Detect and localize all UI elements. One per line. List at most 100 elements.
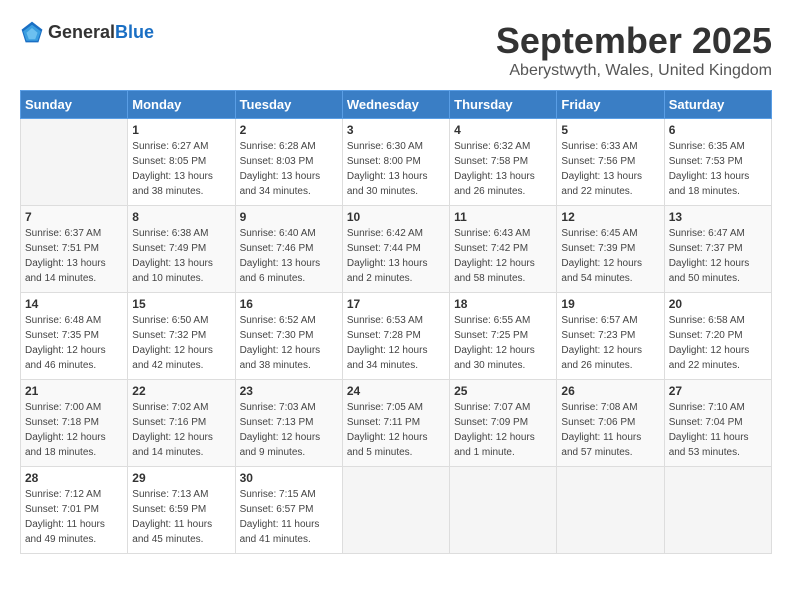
day-info: Sunrise: 6:47 AMSunset: 7:37 PMDaylight:… [669,226,767,286]
day-info: Sunrise: 6:37 AMSunset: 7:51 PMDaylight:… [25,226,123,286]
day-number: 9 [240,210,338,224]
day-number: 20 [669,297,767,311]
day-info: Sunrise: 6:43 AMSunset: 7:42 PMDaylight:… [454,226,552,286]
day-info: Sunrise: 6:42 AMSunset: 7:44 PMDaylight:… [347,226,445,286]
day-number: 5 [561,123,659,137]
logo-icon [20,20,44,44]
week-row-4: 21Sunrise: 7:00 AMSunset: 7:18 PMDayligh… [21,380,772,467]
week-row-3: 14 Sunrise: 6:48 AMSunset: 7:35 PMDayligh… [21,293,772,380]
day-cell [557,467,664,554]
day-number: 29 [132,471,230,485]
day-number: 8 [132,210,230,224]
day-cell: 17 Sunrise: 6:53 AMSunset: 7:28 PMDayligh… [342,293,449,380]
week-row-5: 28 Sunrise: 7:12 AMSunset: 7:01 PMDayligh… [21,467,772,554]
day-info: Sunrise: 6:48 AMSunset: 7:35 PMDaylight:… [25,313,123,373]
day-cell [450,467,557,554]
location-title: Aberystwyth, Wales, United Kingdom [496,62,772,80]
week-row-1: 1 Sunrise: 6:27 AMSunset: 8:05 PMDaylight… [21,119,772,206]
header-sunday: Sunday [21,91,128,119]
title-block: September 2025 Aberystwyth, Wales, Unite… [496,20,772,80]
day-cell: 21Sunrise: 7:00 AMSunset: 7:18 PMDayligh… [21,380,128,467]
header-monday: Monday [128,91,235,119]
header-thursday: Thursday [450,91,557,119]
day-number: 28 [25,471,123,485]
header-row: SundayMondayTuesdayWednesdayThursdayFrid… [21,91,772,119]
day-number: 27 [669,384,767,398]
day-cell: 23 Sunrise: 7:03 AMSunset: 7:13 PMDayligh… [235,380,342,467]
month-title: September 2025 [496,20,772,62]
day-info: Sunrise: 6:32 AMSunset: 7:58 PMDaylight:… [454,139,552,199]
day-cell: 18Sunrise: 6:55 AMSunset: 7:25 PMDayligh… [450,293,557,380]
day-number: 12 [561,210,659,224]
day-info: Sunrise: 7:03 AMSunset: 7:13 PMDaylight:… [240,400,338,460]
day-cell [664,467,771,554]
day-number: 25 [454,384,552,398]
day-info: Sunrise: 6:28 AMSunset: 8:03 PMDaylight:… [240,139,338,199]
day-number: 3 [347,123,445,137]
day-number: 4 [454,123,552,137]
day-cell [21,119,128,206]
day-number: 10 [347,210,445,224]
day-info: Sunrise: 6:30 AMSunset: 8:00 PMDaylight:… [347,139,445,199]
calendar-body: 1 Sunrise: 6:27 AMSunset: 8:05 PMDaylight… [21,119,772,554]
day-number: 6 [669,123,767,137]
day-info: Sunrise: 7:13 AMSunset: 6:59 PMDaylight:… [132,487,230,547]
day-number: 16 [240,297,338,311]
day-info: Sunrise: 6:33 AMSunset: 7:56 PMDaylight:… [561,139,659,199]
day-info: Sunrise: 7:08 AMSunset: 7:06 PMDaylight:… [561,400,659,460]
day-number: 23 [240,384,338,398]
week-row-2: 7 Sunrise: 6:37 AMSunset: 7:51 PMDaylight… [21,206,772,293]
logo: GeneralBlue [20,20,154,44]
logo-blue: Blue [115,22,154,42]
day-cell: 8 Sunrise: 6:38 AMSunset: 7:49 PMDaylight… [128,206,235,293]
day-cell: 2 Sunrise: 6:28 AMSunset: 8:03 PMDaylight… [235,119,342,206]
day-cell: 28 Sunrise: 7:12 AMSunset: 7:01 PMDayligh… [21,467,128,554]
day-cell: 4 Sunrise: 6:32 AMSunset: 7:58 PMDaylight… [450,119,557,206]
header-saturday: Saturday [664,91,771,119]
day-info: Sunrise: 6:45 AMSunset: 7:39 PMDaylight:… [561,226,659,286]
day-info: Sunrise: 6:55 AMSunset: 7:25 PMDaylight:… [454,313,552,373]
day-info: Sunrise: 7:12 AMSunset: 7:01 PMDaylight:… [25,487,123,547]
calendar-table: SundayMondayTuesdayWednesdayThursdayFrid… [20,90,772,554]
calendar-header: SundayMondayTuesdayWednesdayThursdayFrid… [21,91,772,119]
day-number: 22 [132,384,230,398]
day-info: Sunrise: 7:10 AMSunset: 7:04 PMDaylight:… [669,400,767,460]
day-cell: 7 Sunrise: 6:37 AMSunset: 7:51 PMDaylight… [21,206,128,293]
day-number: 7 [25,210,123,224]
day-number: 14 [25,297,123,311]
day-number: 17 [347,297,445,311]
header-friday: Friday [557,91,664,119]
day-info: Sunrise: 6:53 AMSunset: 7:28 PMDaylight:… [347,313,445,373]
day-info: Sunrise: 7:07 AMSunset: 7:09 PMDaylight:… [454,400,552,460]
day-info: Sunrise: 7:02 AMSunset: 7:16 PMDaylight:… [132,400,230,460]
day-number: 30 [240,471,338,485]
day-number: 11 [454,210,552,224]
day-cell: 27 Sunrise: 7:10 AMSunset: 7:04 PMDayligh… [664,380,771,467]
day-number: 1 [132,123,230,137]
day-info: Sunrise: 6:40 AMSunset: 7:46 PMDaylight:… [240,226,338,286]
day-info: Sunrise: 6:50 AMSunset: 7:32 PMDaylight:… [132,313,230,373]
day-info: Sunrise: 6:38 AMSunset: 7:49 PMDaylight:… [132,226,230,286]
day-cell: 10 Sunrise: 6:42 AMSunset: 7:44 PMDayligh… [342,206,449,293]
day-cell: 14 Sunrise: 6:48 AMSunset: 7:35 PMDayligh… [21,293,128,380]
day-info: Sunrise: 7:05 AMSunset: 7:11 PMDaylight:… [347,400,445,460]
day-cell: 5 Sunrise: 6:33 AMSunset: 7:56 PMDaylight… [557,119,664,206]
logo-general: General [48,22,115,42]
day-cell: 9 Sunrise: 6:40 AMSunset: 7:46 PMDaylight… [235,206,342,293]
day-number: 2 [240,123,338,137]
day-cell: 20Sunrise: 6:58 AMSunset: 7:20 PMDayligh… [664,293,771,380]
day-number: 19 [561,297,659,311]
day-cell: 13Sunrise: 6:47 AMSunset: 7:37 PMDayligh… [664,206,771,293]
page-header: GeneralBlue September 2025 Aberystwyth, … [20,20,772,80]
day-cell: 22 Sunrise: 7:02 AMSunset: 7:16 PMDayligh… [128,380,235,467]
day-info: Sunrise: 6:52 AMSunset: 7:30 PMDaylight:… [240,313,338,373]
day-cell: 15Sunrise: 6:50 AMSunset: 7:32 PMDayligh… [128,293,235,380]
day-info: Sunrise: 7:00 AMSunset: 7:18 PMDaylight:… [25,400,123,460]
day-cell: 11 Sunrise: 6:43 AMSunset: 7:42 PMDayligh… [450,206,557,293]
day-cell: 29 Sunrise: 7:13 AMSunset: 6:59 PMDayligh… [128,467,235,554]
header-tuesday: Tuesday [235,91,342,119]
day-info: Sunrise: 6:27 AMSunset: 8:05 PMDaylight:… [132,139,230,199]
day-cell: 19 Sunrise: 6:57 AMSunset: 7:23 PMDayligh… [557,293,664,380]
day-info: Sunrise: 7:15 AMSunset: 6:57 PMDaylight:… [240,487,338,547]
day-info: Sunrise: 6:57 AMSunset: 7:23 PMDaylight:… [561,313,659,373]
